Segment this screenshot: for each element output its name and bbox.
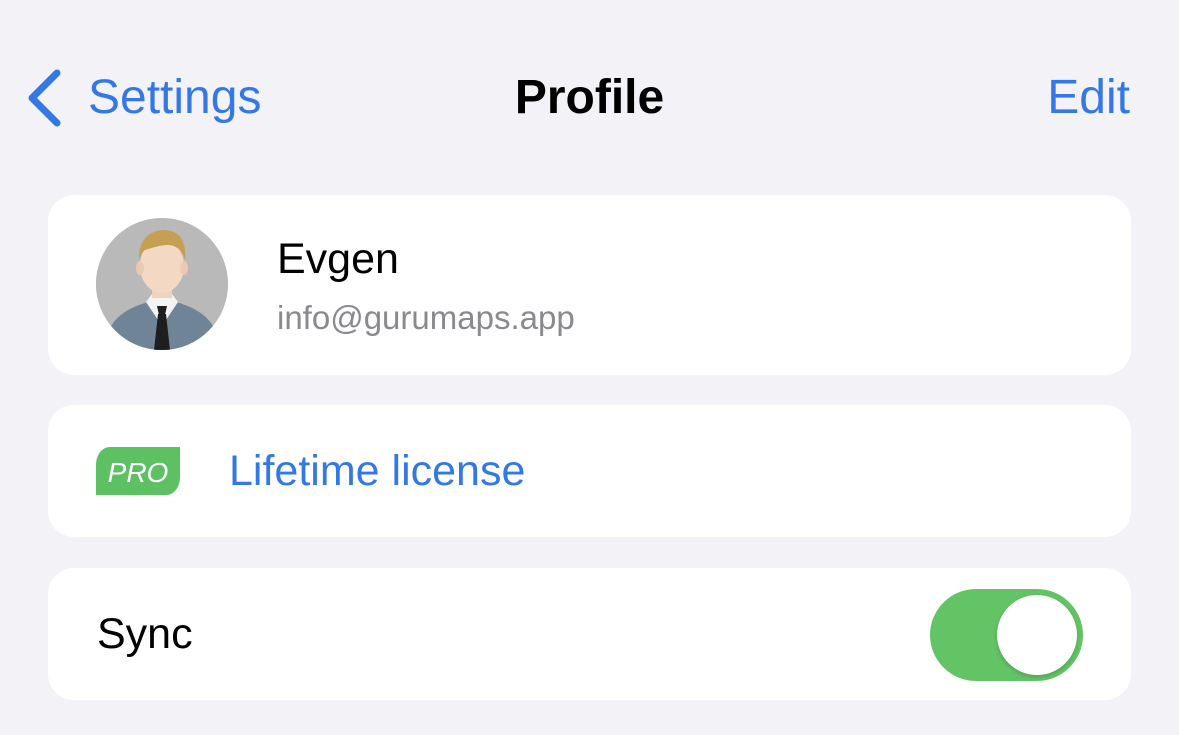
license-label[interactable]: Lifetime license (229, 439, 525, 503)
sync-card: Sync (48, 568, 1131, 700)
navigation-bar: Settings Profile Edit (0, 0, 1179, 195)
user-email: info@gurumaps.app (277, 299, 575, 336)
edit-button[interactable]: Edit (1047, 62, 1130, 134)
back-button[interactable]: Settings (24, 62, 261, 134)
chevron-left-icon (28, 69, 61, 127)
back-button-label: Settings (88, 71, 262, 124)
toggle-knob (997, 595, 1077, 675)
license-card[interactable]: PRO Lifetime license (48, 405, 1131, 537)
sync-toggle[interactable] (930, 589, 1083, 681)
pro-badge-icon: PRO (96, 447, 180, 495)
sync-label: Sync (97, 610, 193, 658)
user-avatar-icon (96, 218, 228, 350)
user-name: Evgen (277, 235, 399, 283)
pro-badge-label: PRO (108, 457, 169, 488)
profile-card[interactable]: Evgen info@gurumaps.app (48, 195, 1131, 375)
